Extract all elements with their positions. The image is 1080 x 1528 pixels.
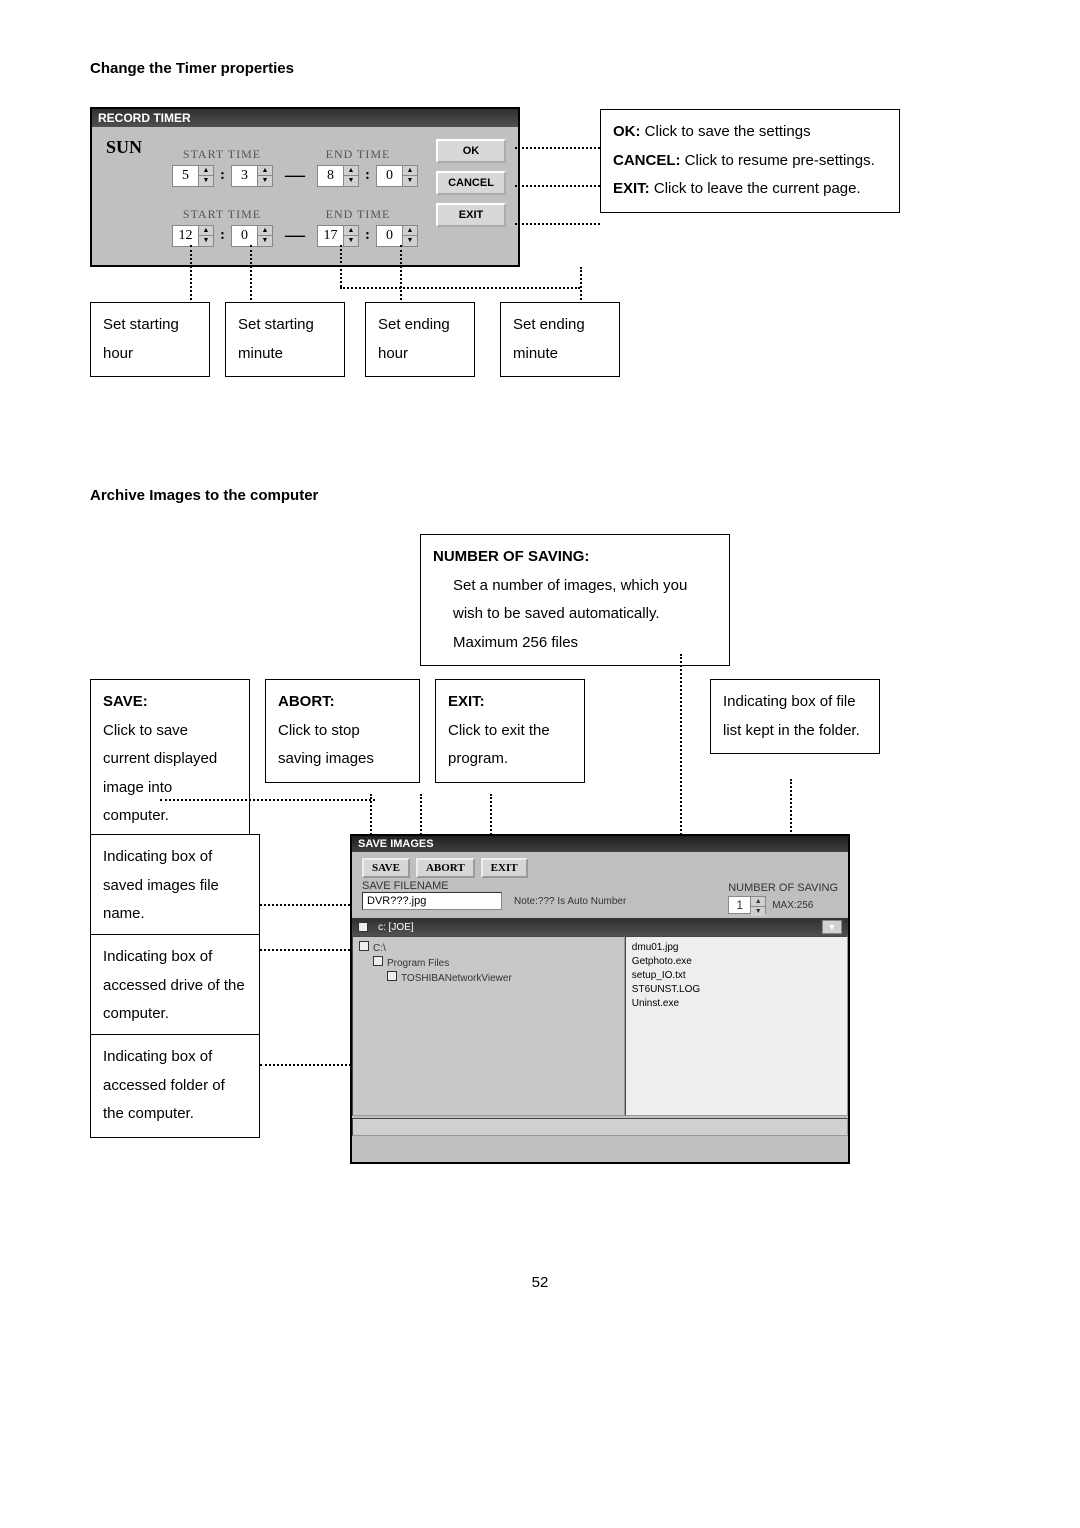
callout-end-minute: Set ending minute — [500, 302, 620, 377]
page-number: 52 — [90, 1274, 990, 1291]
status-bar — [352, 1118, 848, 1136]
callout-filelist: Indicating box of file list kept in the … — [710, 679, 880, 754]
start-minute-spinner-1[interactable]: 3▲▼ — [231, 165, 273, 187]
record-timer-dialog: RECORD TIMER SUN START TIME END TIME 5▲▼… — [90, 107, 520, 267]
drive-label: c: [JOE] — [378, 922, 414, 933]
callout-folder-box: Indicating box of accessed folder of the… — [90, 1034, 260, 1138]
day-label: SUN — [106, 137, 142, 158]
end-hour-spinner-2[interactable]: 17▲▼ — [317, 225, 359, 247]
folder-icon — [387, 971, 397, 981]
save-images-title: SAVE IMAGES — [352, 836, 848, 852]
folder-icon — [373, 956, 383, 966]
abort-button[interactable]: ABORT — [416, 858, 475, 878]
start-hour-spinner-2[interactable]: 12▲▼ — [172, 225, 214, 247]
callout-start-hour: Set starting hour — [90, 302, 210, 377]
dialog-title: RECORD TIMER — [92, 109, 518, 127]
callout-drive-box: Indicating box of accessed drive of the … — [90, 934, 260, 1038]
end-minute-spinner-1[interactable]: 0▲▼ — [376, 165, 418, 187]
start-time-label-2: START TIME — [172, 207, 272, 222]
folder-tree[interactable]: C:\ Program Files TOSHIBANetworkViewer — [352, 936, 625, 1116]
callout-number-of-saving: NUMBER OF SAVING: Set a number of images… — [420, 534, 730, 666]
end-hour-spinner-1[interactable]: 8▲▼ — [317, 165, 359, 187]
drive-dropdown[interactable]: ▼ — [822, 920, 842, 934]
callout-filename-box: Indicating box of saved images file name… — [90, 834, 260, 938]
start-hour-spinner-1[interactable]: 5▲▼ — [172, 165, 214, 187]
start-minute-spinner-2[interactable]: 0▲▼ — [231, 225, 273, 247]
heading-archive: Archive Images to the computer — [90, 487, 990, 504]
folder-icon — [359, 941, 369, 951]
file-list[interactable]: dmu01.jpg Getphoto.exe setup_IO.txt ST6U… — [625, 936, 848, 1116]
number-of-saving-spinner[interactable]: 1▲▼ — [728, 896, 766, 914]
save-button[interactable]: SAVE — [362, 858, 410, 878]
number-of-saving-group: NUMBER OF SAVING 1▲▼ MAX:256 — [728, 882, 838, 914]
callout-save: SAVE: Click to save current displayed im… — [90, 679, 250, 840]
callout-buttons: OK: Click to save the settings CANCEL: C… — [600, 109, 900, 213]
callout-start-minute: Set starting minute — [225, 302, 345, 377]
callout-exit: EXIT: Click to exit the program. — [435, 679, 585, 783]
filename-field[interactable]: DVR???.jpg — [362, 892, 502, 910]
save-images-dialog: SAVE IMAGES SAVE ABORT EXIT SAVE FILENAM… — [350, 834, 850, 1164]
drive-icon — [358, 922, 368, 932]
exit-button[interactable]: EXIT — [436, 203, 506, 227]
end-time-label-2: END TIME — [308, 207, 408, 222]
callout-end-hour: Set ending hour — [365, 302, 475, 377]
heading-timer: Change the Timer properties — [90, 60, 990, 77]
exit-button-2[interactable]: EXIT — [481, 858, 528, 878]
max-label: MAX:256 — [772, 900, 813, 911]
callout-abort: ABORT: Click to stop saving images — [265, 679, 420, 783]
cancel-button[interactable]: CANCEL — [436, 171, 506, 195]
end-time-label: END TIME — [308, 147, 408, 162]
auto-number-note: Note:??? Is Auto Number — [514, 896, 626, 907]
ok-button[interactable]: OK — [436, 139, 506, 163]
start-time-label: START TIME — [172, 147, 272, 162]
end-minute-spinner-2[interactable]: 0▲▼ — [376, 225, 418, 247]
